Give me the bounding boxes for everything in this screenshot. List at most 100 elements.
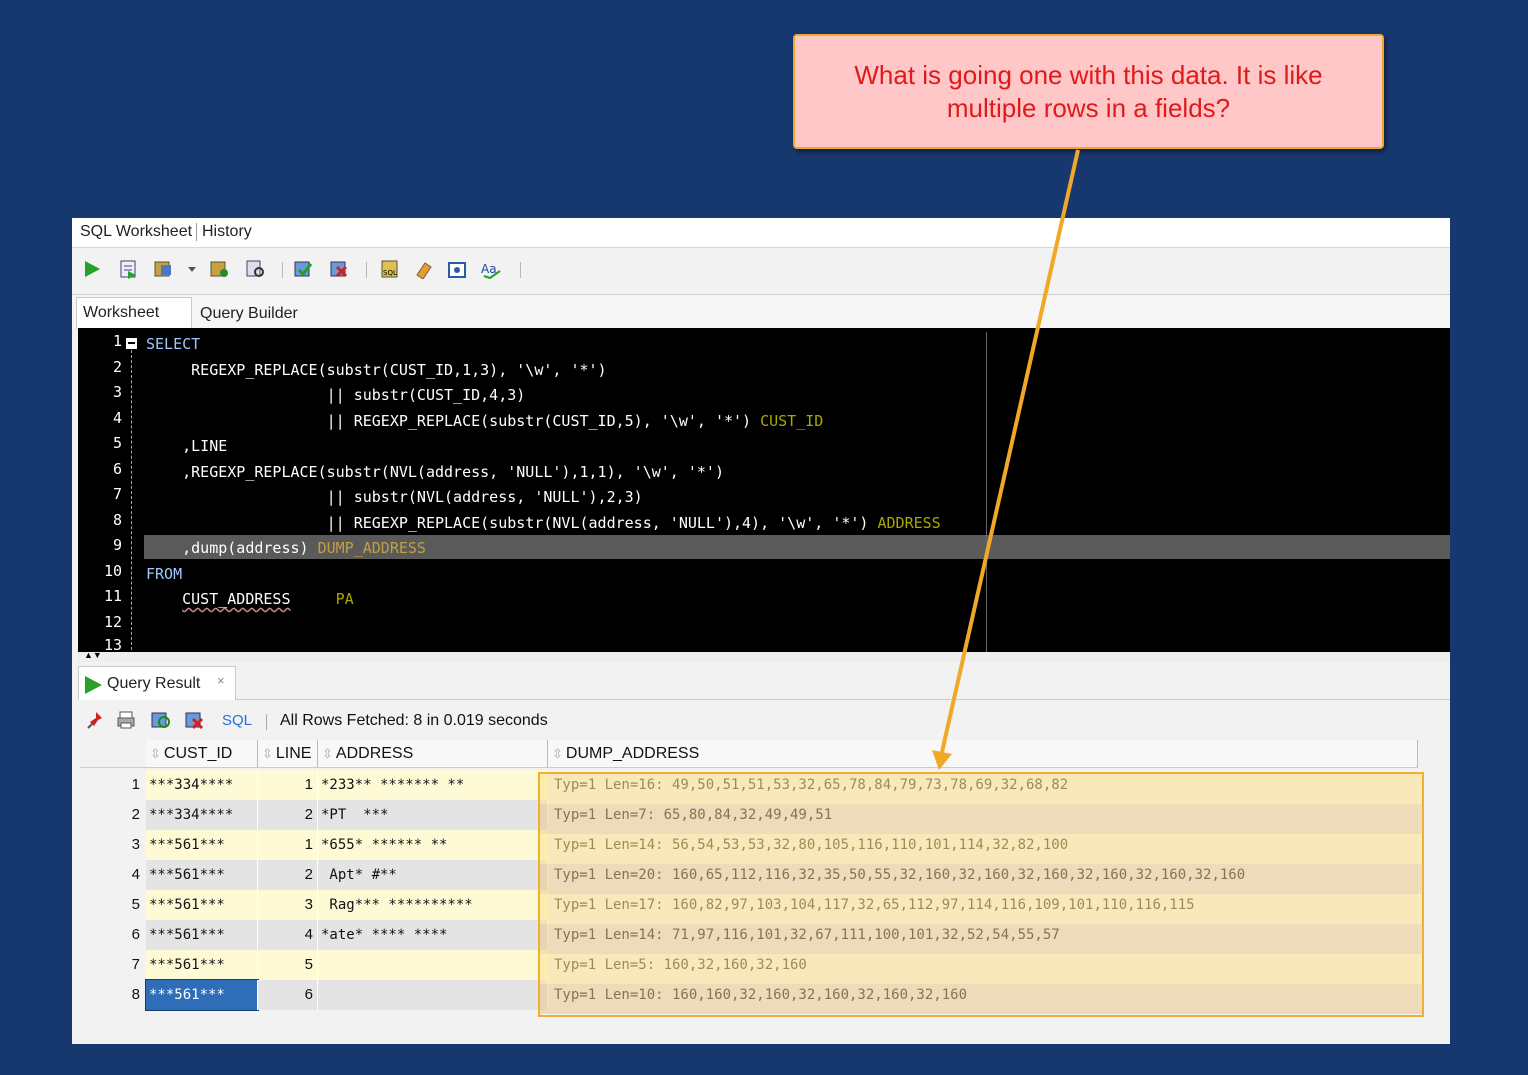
play-icon	[85, 676, 102, 694]
cell-line[interactable]: 5	[258, 950, 318, 980]
row-number: 8	[131, 986, 140, 1003]
explain-plan-icon[interactable]	[208, 257, 232, 281]
line-number: 7	[112, 485, 122, 503]
cell-address[interactable]: Rag*** **********	[318, 890, 548, 920]
commit-icon[interactable]	[292, 257, 316, 281]
fetch-status: All Rows Fetched: 8 in 0.019 seconds	[280, 712, 548, 729]
tab-worksheet[interactable]: Worksheet	[76, 297, 192, 329]
column-header-cust-id[interactable]: ⇳ CUST_ID	[146, 740, 258, 768]
line-number: 6	[112, 460, 122, 478]
table-row[interactable]: 6 ***561*** 4 *ate* **** **** Typ=1 Len=14: …	[80, 920, 1420, 950]
code-line: ,LINE	[146, 437, 228, 455]
tab-query-builder[interactable]: Query Builder	[200, 305, 298, 323]
right-margin-line	[986, 332, 987, 652]
cell-cust-id[interactable]: ***561***	[146, 860, 258, 890]
cell-cust-id[interactable]: ***561***	[146, 890, 258, 920]
cell-address[interactable]: *ate* **** ****	[318, 920, 548, 950]
column-header-address[interactable]: ⇳ ADDRESS	[318, 740, 548, 768]
cell-line[interactable]: 2	[258, 860, 318, 890]
cell-line[interactable]: 3	[258, 890, 318, 920]
table-row[interactable]: 4 ***561*** 2 Apt* #** Typ=1 Len=20: 160,65…	[80, 860, 1420, 890]
code-line: SELECT	[146, 335, 201, 353]
line-number-gutter: 1 2 3 4 5 6 7 8 9 10 11 12 13	[78, 328, 138, 652]
code-line: || substr(CUST_ID,4,3)	[146, 386, 526, 404]
table-row[interactable]: 3 ***561*** 1 *655* ****** ** Typ=1 Len=14: …	[80, 830, 1420, 860]
cell-cust-id[interactable]: ***334****	[146, 800, 258, 830]
cell-address[interactable]: *655* ****** **	[318, 830, 548, 860]
cell-dump-address[interactable]: Typ=1 Len=14: 71,97,116,101,32,67,111,10…	[550, 920, 1420, 950]
clear-eraser-icon[interactable]	[412, 257, 436, 281]
unshared-worksheet-icon[interactable]	[446, 257, 470, 281]
row-number: 2	[131, 806, 140, 823]
cancel-query-icon[interactable]	[184, 710, 206, 735]
row-number: 6	[131, 926, 140, 943]
run-statement-icon[interactable]	[80, 257, 104, 281]
code-line: CUST_ADDRESS PA	[146, 587, 354, 612]
cell-line[interactable]: 4	[258, 920, 318, 950]
sql-history-icon[interactable]: SQL	[378, 257, 402, 281]
cell-cust-id[interactable]: ***561***	[146, 920, 258, 950]
cell-cust-id[interactable]: ***334****	[146, 770, 258, 800]
sql-tuning-icon[interactable]	[244, 257, 268, 281]
cell-cust-id[interactable]: ***561***	[146, 830, 258, 860]
rollback-icon[interactable]	[328, 257, 352, 281]
cell-line[interactable]: 2	[258, 800, 318, 830]
line-number: 2	[112, 358, 122, 376]
line-number: 9	[112, 536, 122, 554]
fold-collapse-icon[interactable]	[126, 338, 137, 349]
column-alias: DUMP_ADDRESS	[317, 539, 426, 557]
code-line: ,REGEXP_REPLACE(substr(NVL(address, 'NUL…	[146, 463, 724, 481]
cell-line[interactable]: 1	[258, 830, 318, 860]
line-number: 11	[103, 587, 122, 605]
cell-cust-id[interactable]: ***561***	[146, 950, 258, 980]
cell-dump-address[interactable]: Typ=1 Len=10: 160,160,32,160,32,160,32,1…	[550, 980, 1420, 1010]
table-name: CUST_ADDRESS	[182, 590, 291, 608]
cell-line[interactable]: 6	[258, 980, 318, 1010]
column-alias: ADDRESS	[877, 514, 941, 532]
cell-address[interactable]: *233** ******* **	[318, 770, 548, 800]
cell-address[interactable]	[318, 950, 548, 980]
cell-line[interactable]: 1	[258, 770, 318, 800]
cell-address[interactable]	[318, 980, 548, 1010]
cell-dump-address[interactable]: Typ=1 Len=16: 49,50,51,51,53,32,65,78,84…	[550, 770, 1420, 800]
table-row[interactable]: 2 ***334**** 2 *PT *** Typ=1 Len=7: 65,80,84…	[80, 800, 1420, 830]
column-header-line[interactable]: ⇳ LINE	[258, 740, 318, 768]
table-row[interactable]: 8 ***561*** 6 Typ=1 Len=10: 160,160,32,160,…	[80, 979, 1420, 1011]
cell-cust-id[interactable]: ***561***	[145, 979, 259, 1011]
column-header-dump-address[interactable]: ⇳ DUMP_ADDRESS	[548, 740, 1418, 768]
line-number: 4	[112, 409, 122, 427]
cell-dump-address[interactable]: Typ=1 Len=7: 65,80,84,32,49,49,51	[550, 800, 1420, 830]
callout-line-2: multiple rows in a fields?	[946, 93, 1231, 123]
cell-dump-address[interactable]: Typ=1 Len=14: 56,54,53,53,32,80,105,116,…	[550, 830, 1420, 860]
sql-editor[interactable]: 1 2 3 4 5 6 7 8 9 10 11 12 13 SELECT REGEXP_REPLACE(…	[78, 328, 1450, 652]
splitter-arrows-icon[interactable]: ▲▼	[84, 650, 102, 660]
table-row[interactable]: 5 ***561*** 3 Rag*** ********** Typ=1 Len=1…	[80, 890, 1420, 920]
results-tab-bar: Query Result ×	[78, 666, 1450, 700]
worksheet-subtabs: Worksheet Query Builder	[72, 294, 1450, 329]
sql-developer-window: SQL Worksheet History SQL Aa Worksheet Q…	[72, 218, 1450, 1044]
close-icon[interactable]: ×	[217, 673, 225, 688]
table-alias: PA	[335, 590, 354, 608]
tab-history[interactable]: History	[202, 223, 252, 241]
pin-icon[interactable]	[86, 710, 106, 735]
format-case-icon[interactable]: Aa	[480, 257, 504, 281]
cell-dump-address[interactable]: Typ=1 Len=17: 160,82,97,103,104,117,32,6…	[550, 890, 1420, 920]
tab-query-result[interactable]: Query Result ×	[78, 666, 236, 700]
row-number: 3	[131, 836, 140, 853]
cell-dump-address[interactable]: Typ=1 Len=5: 160,32,160,32,160	[550, 950, 1420, 980]
autotrace-icon[interactable]	[152, 257, 176, 281]
dropdown-chevron-icon[interactable]	[180, 257, 204, 281]
run-script-icon[interactable]	[116, 257, 140, 281]
cell-address[interactable]: *PT ***	[318, 800, 548, 830]
table-row[interactable]: 1 ***334**** 1 *233** ******* ** Typ=1 Len=1…	[80, 770, 1420, 800]
cell-dump-address[interactable]: Typ=1 Len=20: 160,65,112,116,32,35,50,55…	[550, 860, 1420, 890]
splitter[interactable]: ▲▼	[78, 650, 1450, 662]
refresh-icon[interactable]	[150, 710, 172, 735]
cell-address[interactable]: Apt* #**	[318, 860, 548, 890]
line-number: 3	[112, 383, 122, 401]
tab-sql-worksheet[interactable]: SQL Worksheet	[80, 223, 198, 241]
print-icon[interactable]	[116, 710, 136, 735]
row-number: 1	[131, 776, 140, 793]
table-row[interactable]: 7 ***561*** 5 Typ=1 Len=5: 160,32,160,32,16…	[80, 950, 1420, 980]
sql-link[interactable]: SQL	[222, 712, 252, 729]
